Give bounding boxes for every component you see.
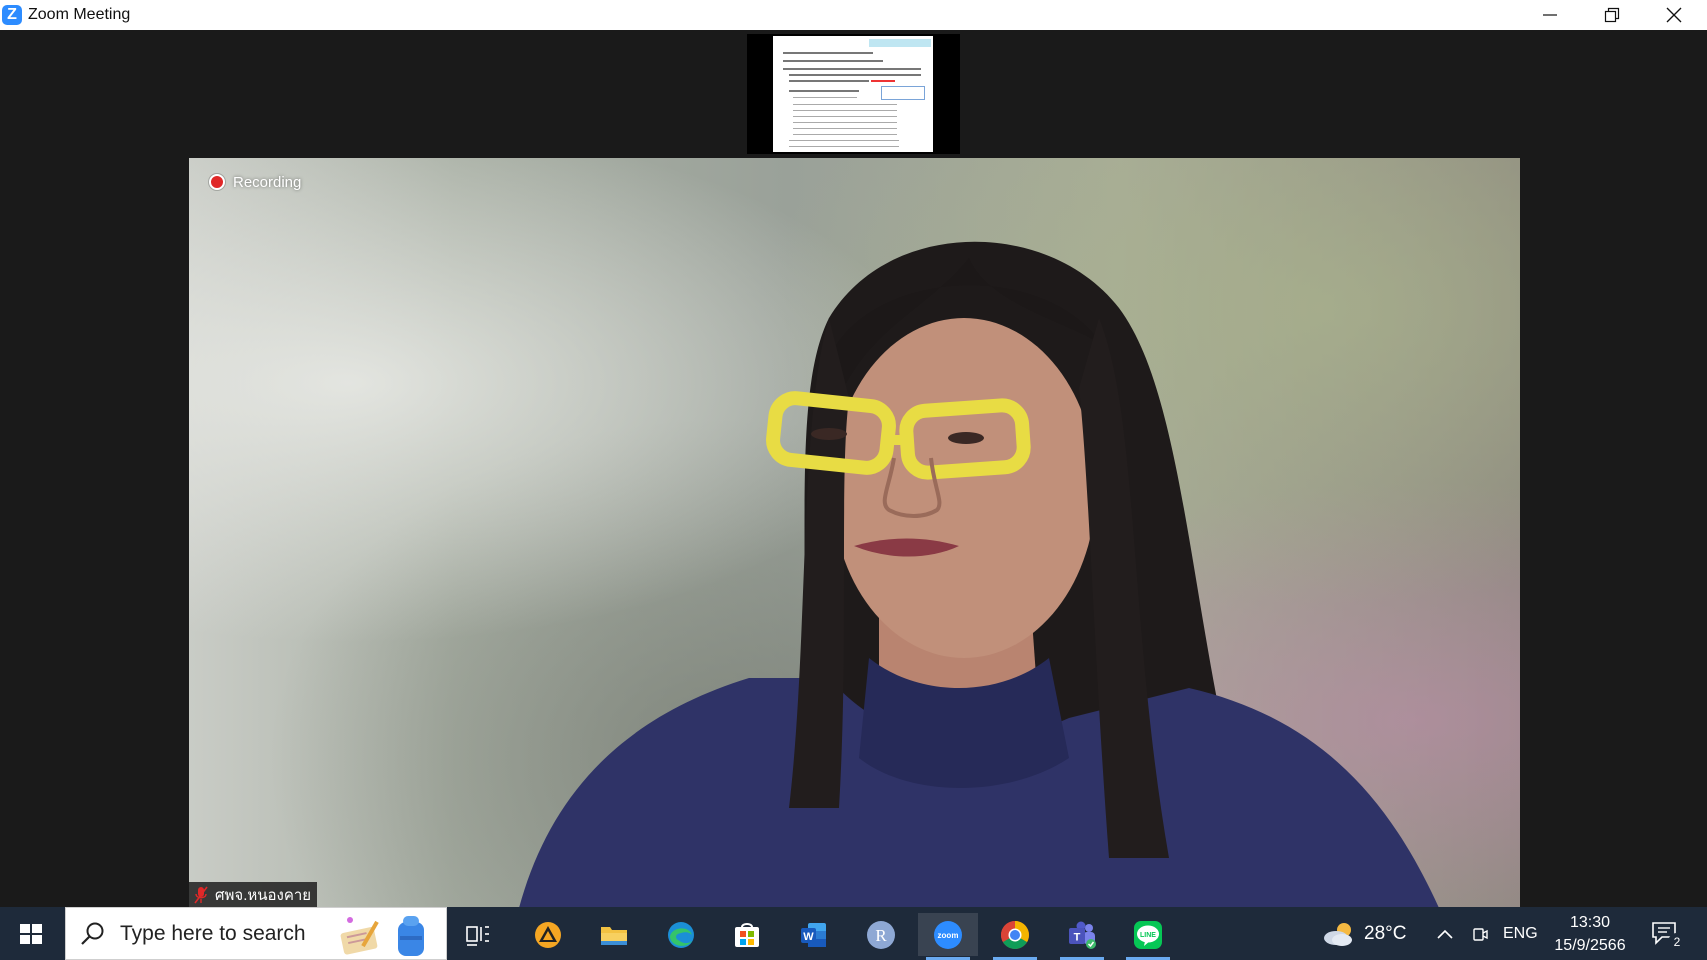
time-label: 13:30 [1569,914,1611,931]
taskbar-app-store[interactable] [717,913,777,956]
language-label: ENG [1503,924,1538,942]
muted-mic-icon [193,886,209,904]
close-button[interactable] [1644,0,1704,30]
notifications-button[interactable]: 2 [1650,919,1686,951]
task-view-icon [466,925,489,946]
taskbar-app-r[interactable]: R [851,913,911,956]
r-icon: R [867,920,895,949]
svg-text:T: T [1074,931,1081,943]
zoom-icon: zoom [934,920,962,949]
search-box[interactable]: Type here to search [65,907,447,960]
shared-document-page [773,36,933,152]
store-icon [735,922,759,947]
restore-icon [1604,7,1620,23]
svg-text:W: W [803,931,814,943]
zoom-logo-icon: Z [2,5,22,25]
weather-cloud-icon [1324,922,1352,946]
clock[interactable]: 13:30 15/9/2566 [1545,911,1635,957]
taskbar-app-triangle[interactable] [518,913,578,956]
svg-text:zoom: zoom [938,931,959,940]
start-button[interactable] [14,919,48,949]
participant-portrait [519,241,1439,908]
taskbar-app-zoom[interactable]: zoom [918,913,978,960]
notification-count-badge: 2 [1668,933,1686,951]
teams-icon: T [1069,921,1096,949]
shared-screen-thumbnail[interactable] [747,34,960,154]
meeting-area: Recording ศพจ.หนองคาย [0,30,1707,908]
minimize-button[interactable] [1520,0,1580,30]
search-placeholder: Type here to search [120,921,306,945]
taskbar-app-word[interactable]: W [784,913,844,956]
participant-video[interactable]: Recording ศพจ.หนองคาย [189,158,1520,908]
taskbar-app-line[interactable]: LINE [1118,913,1178,960]
window-title: Zoom Meeting [28,6,131,23]
svg-text:R: R [875,926,887,945]
recording-indicator[interactable]: Recording [201,168,309,196]
task-view-button[interactable] [448,913,508,956]
taskbar-app-teams[interactable]: T [1052,913,1112,960]
taskbar-app-file-explorer[interactable] [584,913,644,956]
title-bar: Z Zoom Meeting [0,0,1707,30]
restore-button[interactable] [1582,0,1642,30]
minimize-icon [1543,14,1557,16]
close-icon [1666,7,1682,23]
show-hidden-icons-button[interactable] [1436,907,1454,960]
search-highlight-art-icon [340,916,424,956]
word-icon: W [801,922,826,947]
temperature-label: 28°C [1364,922,1407,944]
weather-widget[interactable]: 28°C [1320,907,1406,960]
participant-name: ศพจ.หนองคาย [215,887,312,904]
date-label: 15/9/2566 [1554,937,1626,954]
edge-icon [668,921,694,948]
participant-name-tag: ศพจ.หนองคาย [189,882,318,908]
search-icon [81,922,104,945]
windows-icon [20,924,42,944]
triangle-app-icon [535,921,561,948]
chevron-up-icon [1437,929,1453,939]
taskbar: Type here to search W R zoom T LINE 28°C… [0,907,1707,960]
display-icon [1473,927,1488,941]
taskbar-app-chrome[interactable] [985,913,1045,960]
line-icon: LINE [1134,920,1162,949]
recording-label: Recording [233,173,302,191]
input-language-button[interactable]: ENG [1503,907,1538,960]
chrome-icon [1001,920,1029,949]
meet-now-button[interactable] [1471,907,1489,960]
svg-text:LINE: LINE [1140,932,1156,939]
taskbar-app-edge[interactable] [651,913,711,956]
folder-icon [601,926,627,945]
recording-dot-icon [209,174,225,190]
